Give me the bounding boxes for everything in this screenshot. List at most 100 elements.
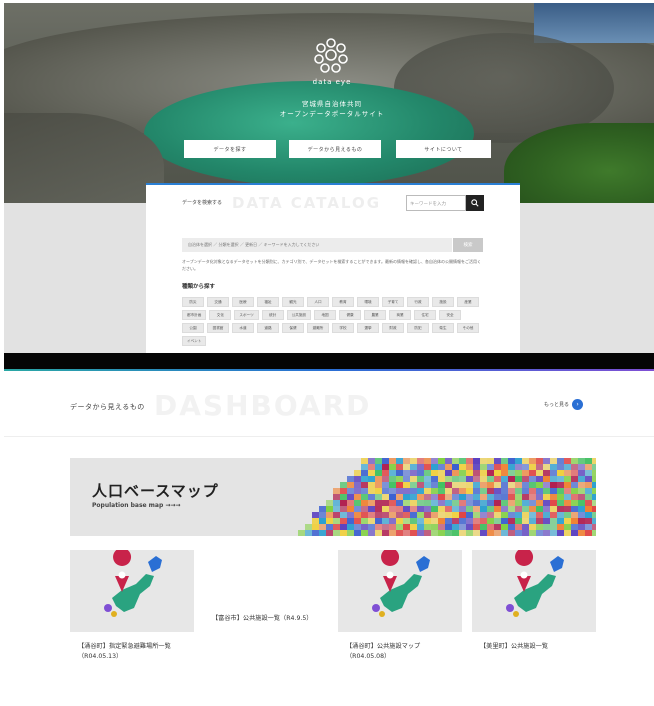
category-tag[interactable]: 衛生 bbox=[432, 323, 454, 333]
category-tag[interactable]: 行政 bbox=[407, 297, 429, 307]
category-tag[interactable]: 農業 bbox=[364, 310, 387, 320]
category-tag[interactable]: 交通 bbox=[207, 297, 229, 307]
population-map-cell bbox=[347, 512, 354, 518]
population-map-cell bbox=[445, 464, 452, 470]
population-map-cell bbox=[515, 506, 522, 512]
category-tag[interactable]: その他 bbox=[457, 323, 479, 333]
population-map-cell bbox=[473, 518, 480, 524]
population-map-cell bbox=[389, 506, 396, 512]
population-map-cell bbox=[494, 476, 501, 482]
population-map-cell bbox=[522, 518, 529, 524]
population-map-cell bbox=[459, 518, 466, 524]
population-map-cell bbox=[459, 524, 466, 530]
population-map-cell bbox=[466, 488, 473, 494]
population-map-cell bbox=[417, 494, 424, 500]
population-map-cell bbox=[326, 506, 333, 512]
population-map-cell bbox=[333, 488, 340, 494]
category-tag[interactable]: 観光 bbox=[282, 297, 304, 307]
filter-search-button[interactable]: 検索 bbox=[453, 238, 483, 252]
category-tag[interactable]: 福祉 bbox=[257, 297, 279, 307]
population-map-cell bbox=[382, 464, 389, 470]
population-map-cell bbox=[466, 470, 473, 476]
category-tag[interactable]: 子育て bbox=[382, 297, 404, 307]
population-map-banner[interactable]: 人口ベースマップ Population base map →→→ bbox=[70, 458, 596, 536]
category-tag[interactable]: 公園 bbox=[182, 323, 204, 333]
population-map-cell bbox=[452, 500, 459, 506]
category-tag[interactable]: 人口 bbox=[307, 297, 329, 307]
population-map-cell bbox=[536, 494, 543, 500]
category-tag[interactable]: 防災 bbox=[182, 297, 204, 307]
population-map-cell bbox=[536, 518, 543, 524]
population-map-cell bbox=[368, 512, 375, 518]
population-map-cell bbox=[347, 482, 354, 488]
category-tag[interactable]: 統計 bbox=[261, 310, 284, 320]
category-tag[interactable]: 文化 bbox=[209, 310, 232, 320]
category-tag[interactable]: 住宅 bbox=[414, 310, 437, 320]
population-map-cell bbox=[501, 506, 508, 512]
population-map-cell bbox=[438, 530, 445, 536]
visible-from-data-button[interactable]: データから見えるもの bbox=[289, 140, 381, 158]
population-map-cell bbox=[410, 524, 417, 530]
population-map-cell bbox=[571, 470, 578, 476]
category-tag[interactable]: 保健 bbox=[282, 323, 304, 333]
population-map-cell bbox=[347, 530, 354, 536]
category-tag[interactable]: 医療 bbox=[232, 297, 254, 307]
population-map-cell bbox=[438, 506, 445, 512]
category-tag[interactable]: 教育 bbox=[332, 297, 354, 307]
population-map-cell bbox=[396, 524, 403, 530]
population-map-cell bbox=[333, 494, 340, 500]
population-map-cell bbox=[389, 476, 396, 482]
category-tag[interactable]: イベント bbox=[182, 336, 207, 346]
population-map-cell bbox=[340, 530, 347, 536]
population-map-cell bbox=[382, 458, 389, 464]
more-link[interactable]: もっと見る › bbox=[544, 399, 584, 410]
category-tag[interactable]: 避難所 bbox=[307, 323, 329, 333]
population-map-cell bbox=[333, 530, 340, 536]
population-map-cell bbox=[592, 476, 596, 482]
category-tag[interactable]: 財政 bbox=[382, 323, 404, 333]
search-input[interactable]: キーワードを入力 bbox=[406, 195, 466, 211]
population-map-cell bbox=[445, 458, 452, 464]
category-tag[interactable]: 地図 bbox=[314, 310, 337, 320]
population-map-cell bbox=[403, 524, 410, 530]
dashboard-card-text[interactable]: 【富谷市】公共施設一覧（R4.9.5） bbox=[212, 614, 322, 624]
find-data-button[interactable]: データを探す bbox=[184, 140, 276, 158]
category-tag[interactable]: 施設 bbox=[432, 297, 454, 307]
category-tag[interactable]: 安全 bbox=[439, 310, 462, 320]
dashboard-card[interactable]: 【美里町】公共施設一覧 bbox=[472, 548, 596, 652]
population-map-cell bbox=[452, 482, 459, 488]
population-map-cell bbox=[410, 470, 417, 476]
population-map-cell bbox=[438, 518, 445, 524]
population-map-cell bbox=[396, 494, 403, 500]
category-tag[interactable]: スポーツ bbox=[234, 310, 259, 320]
dashboard-card[interactable]: 【涌谷町】指定緊急避難場所一覧（R04.05.13） bbox=[70, 548, 194, 662]
category-tag[interactable]: 水道 bbox=[232, 323, 254, 333]
category-tag[interactable]: 商業 bbox=[389, 310, 412, 320]
dashboard-card[interactable]: 【涌谷町】公共施設マップ（R04.05.08） bbox=[338, 548, 462, 662]
population-map-cell bbox=[410, 494, 417, 500]
about-site-button[interactable]: サイトについて bbox=[396, 140, 491, 158]
category-tag[interactable]: 選挙 bbox=[357, 323, 379, 333]
category-tag[interactable]: 図書館 bbox=[207, 323, 229, 333]
category-tag[interactable]: 防犯 bbox=[407, 323, 429, 333]
population-map-cell bbox=[564, 458, 571, 464]
category-tag[interactable]: 公共施設 bbox=[286, 310, 312, 320]
population-map-cell bbox=[319, 524, 326, 530]
category-tag[interactable]: 環境 bbox=[357, 297, 379, 307]
category-tag[interactable]: 都市計画 bbox=[182, 310, 207, 320]
population-map-cell bbox=[557, 476, 564, 482]
category-tag[interactable]: 健康 bbox=[339, 310, 362, 320]
site-logo-icon[interactable] bbox=[311, 35, 351, 75]
category-tag[interactable]: 学校 bbox=[332, 323, 354, 333]
population-map-cell bbox=[361, 488, 368, 494]
population-map-cell bbox=[431, 482, 438, 488]
search-button[interactable] bbox=[466, 195, 484, 211]
category-tag[interactable]: 道路 bbox=[257, 323, 279, 333]
population-map-cell bbox=[389, 488, 396, 494]
population-map-cell bbox=[473, 494, 480, 500]
filter-select-row[interactable]: 自治体を選択 ／ 分類を選択 ／ 更新日 ／ キーワードを入力してください bbox=[182, 238, 452, 252]
population-map-cell bbox=[396, 506, 403, 512]
population-map-cell bbox=[389, 500, 396, 506]
category-tag[interactable]: 産業 bbox=[457, 297, 479, 307]
population-map-cell bbox=[312, 530, 319, 536]
